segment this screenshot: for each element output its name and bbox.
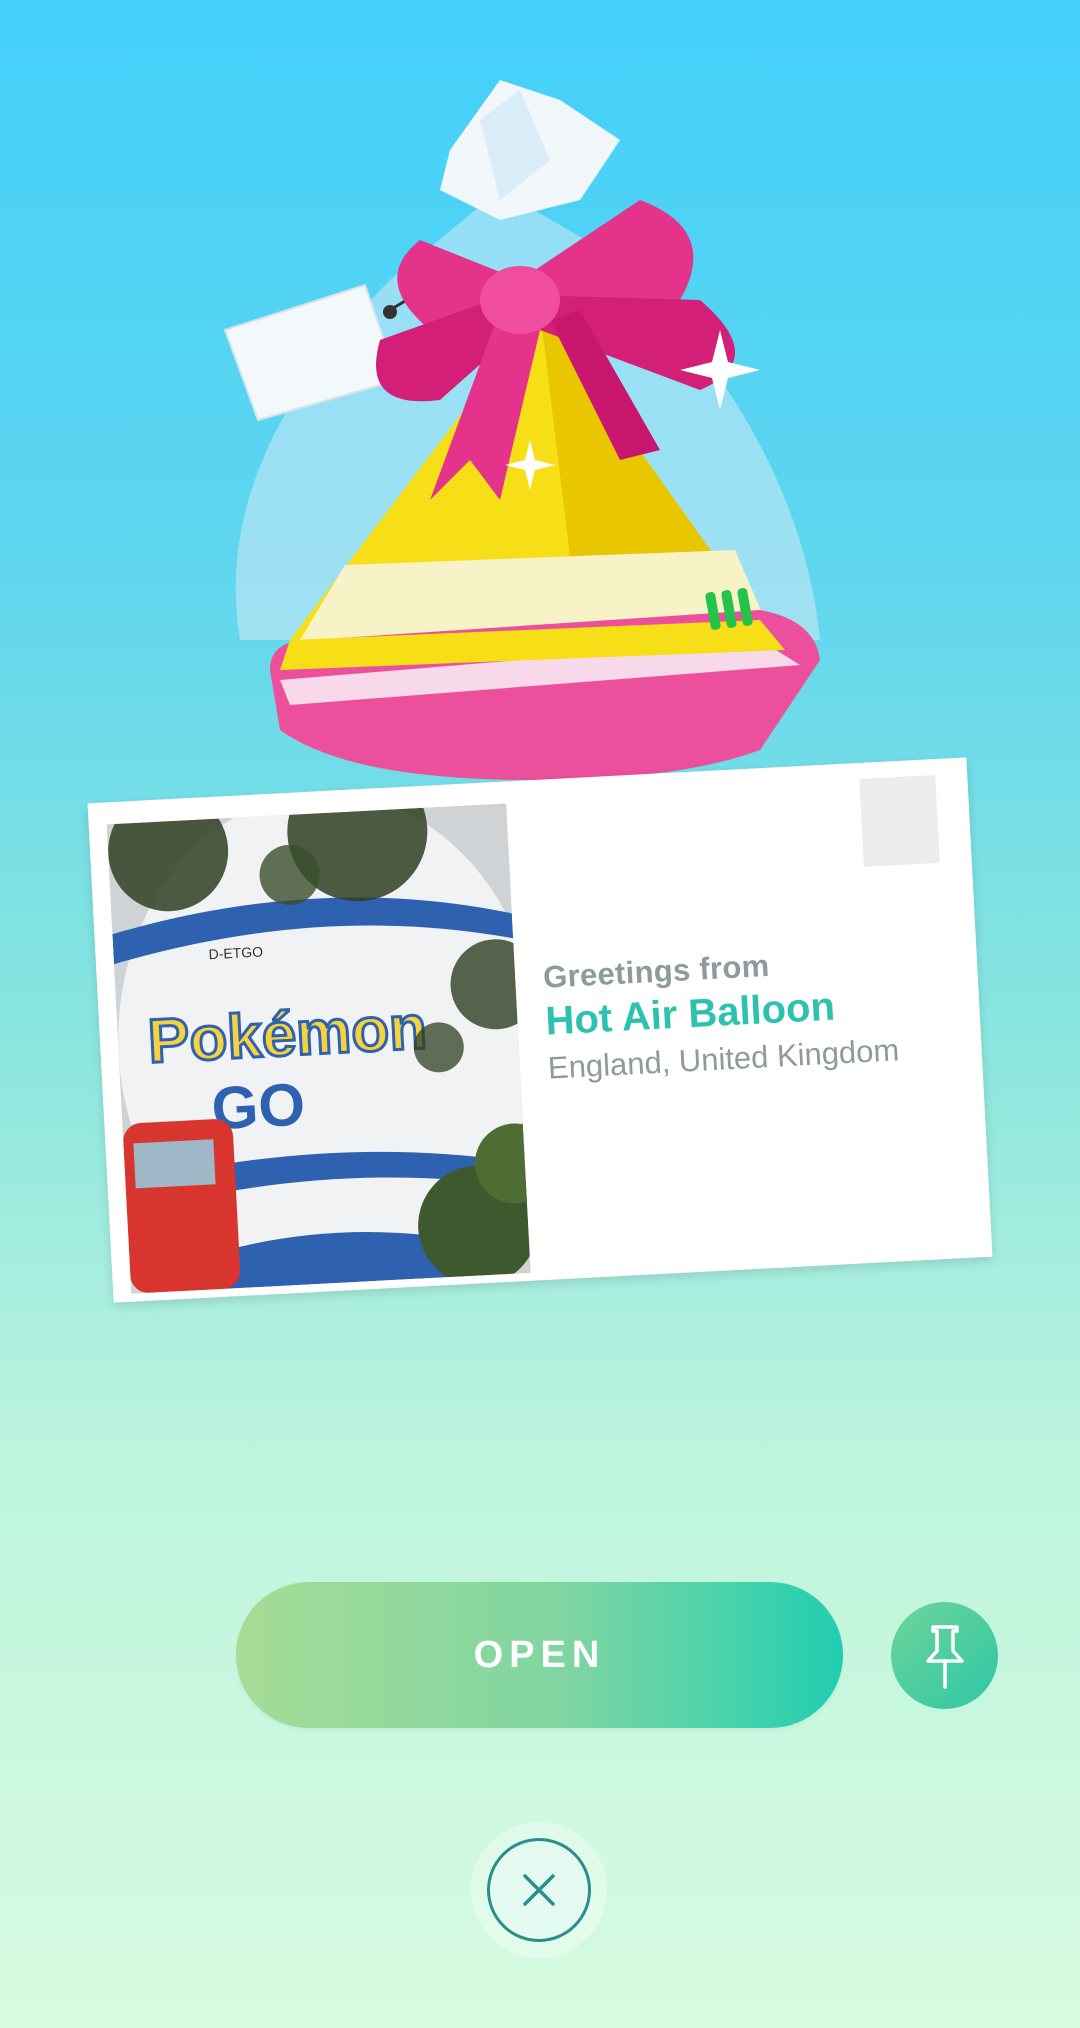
postcard: Pokémon GO D-ETGO Greetings from Hot Air…	[87, 757, 993, 1303]
postcard-photo: Pokémon GO D-ETGO	[106, 803, 531, 1294]
close-icon	[523, 1874, 555, 1906]
pushpin-icon	[925, 1624, 964, 1689]
close-button[interactable]	[471, 1822, 607, 1958]
postcard-stamp	[859, 774, 940, 867]
registration-text: D-ETGO	[208, 943, 263, 962]
close-button-inner	[487, 1838, 591, 1942]
open-button[interactable]: OPEN	[236, 1582, 843, 1728]
logo-text: Pokémon	[146, 993, 428, 1077]
postcard-text: Greetings from Hot Air Balloon England, …	[542, 941, 900, 1086]
gift-icon	[200, 80, 880, 800]
pin-button[interactable]	[891, 1602, 998, 1709]
